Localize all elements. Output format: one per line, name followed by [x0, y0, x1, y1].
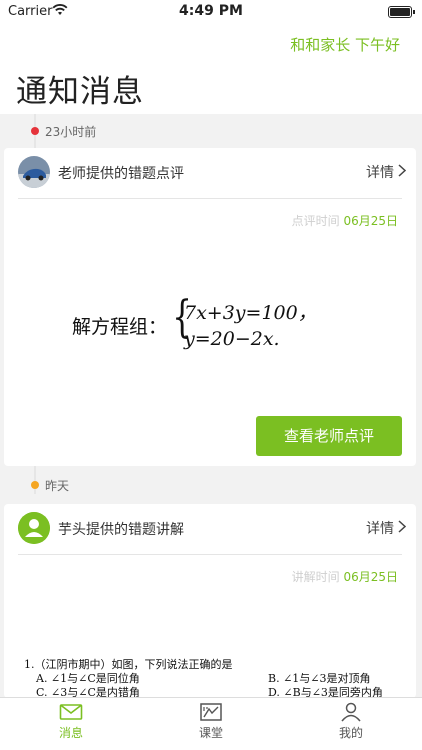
detail-link[interactable]: 详情	[366, 162, 394, 182]
explain-time: 讲解时间 06月25日	[292, 568, 398, 585]
divider	[18, 554, 402, 555]
clock: 4:49 PM	[179, 3, 243, 19]
card-header[interactable]: 芋头提供的错题讲解 详情	[4, 504, 416, 554]
tab-label: 消息	[58, 726, 83, 740]
card-header[interactable]: 老师提供的错题点评 详情	[4, 148, 416, 198]
battery-icon	[388, 6, 415, 18]
avatar	[18, 156, 50, 188]
mail-icon	[31, 702, 111, 722]
chevron-right-icon[interactable]	[398, 520, 407, 537]
review-date: 06月25日	[343, 214, 398, 228]
person-icon	[311, 702, 391, 722]
timeline-dot	[31, 127, 39, 135]
explain-time-label: 讲解时间	[291, 570, 340, 584]
tab-bar: 消息 课堂 我的	[0, 697, 422, 750]
option-d: D. ∠B与∠3是同旁内角	[268, 686, 383, 698]
card-title: 老师提供的错题点评	[58, 166, 184, 182]
timeline-dot	[31, 481, 39, 489]
explain-date: 06月25日	[343, 570, 398, 584]
chevron-right-icon[interactable]	[398, 164, 407, 181]
detail-link[interactable]: 详情	[366, 518, 394, 538]
page-title: 通知消息	[16, 74, 144, 110]
option-c: C. ∠3与∠C是内错角	[36, 686, 140, 698]
greeting: 和和家长 下午好	[290, 36, 400, 54]
tab-mine[interactable]: 我的	[311, 702, 391, 741]
notification-card[interactable]: 老师提供的错题点评 详情 点评时间 06月25日 解方程组： { 7x+3y=1…	[4, 148, 416, 466]
timeline-label: 昨天	[45, 479, 70, 493]
problem-prefix: 解方程组：	[72, 316, 168, 338]
avatar	[18, 512, 50, 544]
tab-label: 我的	[338, 726, 363, 740]
equation-1: 7x+3y=100，	[184, 302, 317, 324]
divider	[18, 198, 402, 199]
tab-classroom[interactable]: 课堂	[171, 702, 251, 741]
status-bar: Carrier 4:49 PM	[0, 0, 422, 24]
card-title: 芋头提供的错题讲解	[58, 522, 184, 538]
equation-2: y=20−2x.	[184, 328, 280, 350]
classroom-icon	[171, 702, 251, 722]
view-review-button[interactable]: 查看老师点评	[256, 416, 402, 456]
notification-card[interactable]: 芋头提供的错题讲解 详情 讲解时间 06月25日 1.（江阴市期中）如图，下列说…	[4, 504, 416, 698]
review-time-label: 点评时间	[291, 214, 340, 228]
tab-messages[interactable]: 消息	[31, 702, 111, 741]
timeline-label: 23小时前	[45, 125, 97, 139]
review-time: 点评时间 06月25日	[292, 212, 398, 229]
tab-label: 课堂	[198, 726, 223, 740]
